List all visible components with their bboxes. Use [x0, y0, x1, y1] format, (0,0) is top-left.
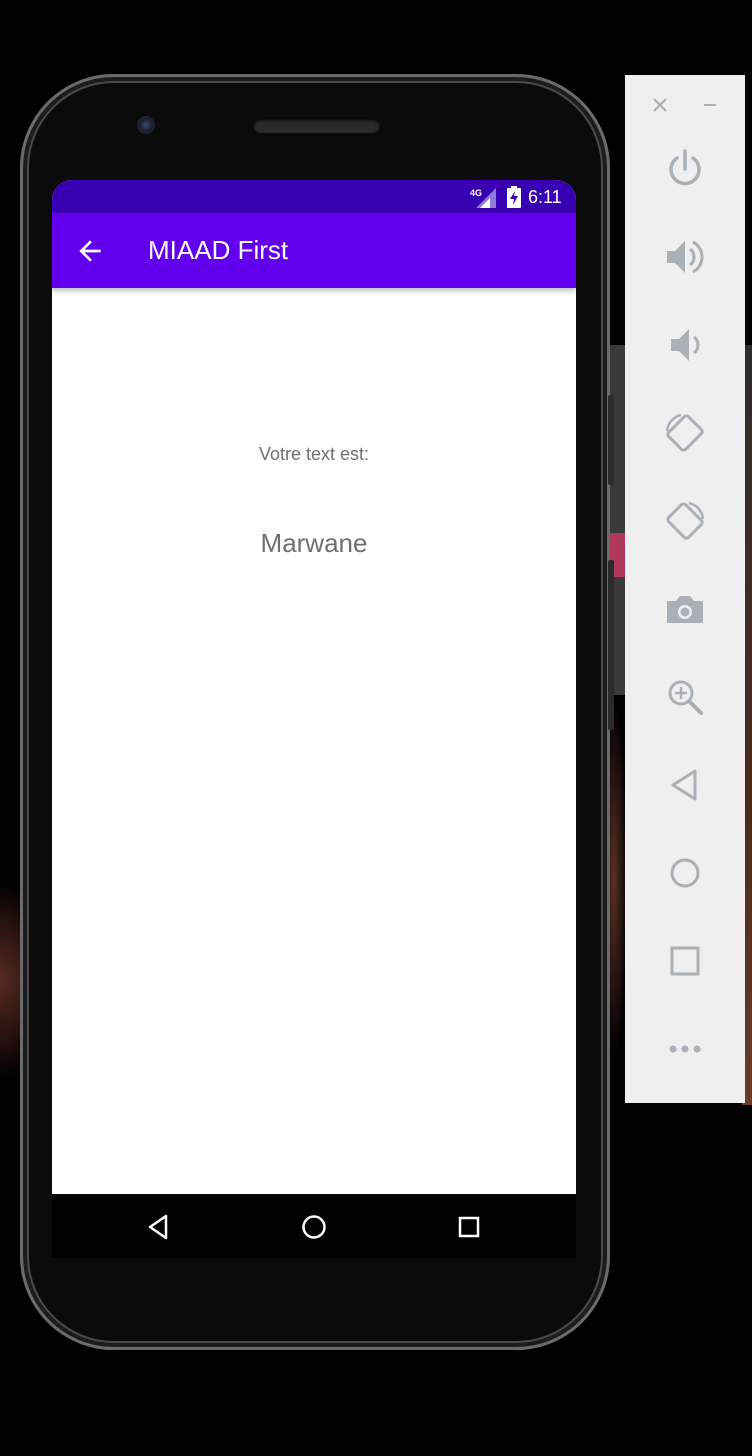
rotate-right-icon[interactable]	[661, 497, 709, 545]
volume-down-icon[interactable]	[661, 321, 709, 369]
status-bar: 4G 6:11	[52, 180, 576, 213]
back-icon[interactable]	[661, 761, 709, 809]
front-camera	[137, 116, 155, 134]
arrow-back-icon[interactable]	[74, 235, 106, 267]
rotate-left-icon[interactable]	[661, 409, 709, 457]
earpiece-speaker	[253, 118, 380, 133]
power-icon[interactable]	[661, 145, 709, 193]
battery-charging-icon	[507, 186, 521, 208]
close-icon[interactable]	[648, 93, 672, 117]
home-circle-icon[interactable]	[299, 1212, 329, 1242]
volume-up-icon[interactable]	[661, 233, 709, 281]
text-label: Votre text est:	[258, 444, 370, 464]
more-icon[interactable]	[661, 1025, 709, 1073]
navigation-bar	[52, 1194, 576, 1258]
home-icon[interactable]	[661, 849, 709, 897]
minimize-icon[interactable]	[698, 93, 722, 117]
text-value: Marwane	[260, 528, 368, 558]
clock: 6:11	[528, 187, 562, 207]
phone-volume-key	[608, 560, 614, 730]
signal-icon	[476, 188, 496, 208]
phone-power-key	[608, 395, 614, 485]
page-title: MIAAD First	[148, 235, 289, 265]
zoom-icon[interactable]	[661, 673, 709, 721]
back-triangle-icon[interactable]	[144, 1212, 174, 1242]
recents-square-icon[interactable]	[454, 1212, 484, 1242]
app-bar: MIAAD First	[52, 213, 576, 288]
camera-icon[interactable]	[661, 585, 709, 633]
overview-icon[interactable]	[661, 937, 709, 985]
device-screen: 4G 6:11 MIAAD First Votre text est: Marw…	[52, 180, 576, 1194]
emulator-toolbar	[625, 75, 745, 1103]
